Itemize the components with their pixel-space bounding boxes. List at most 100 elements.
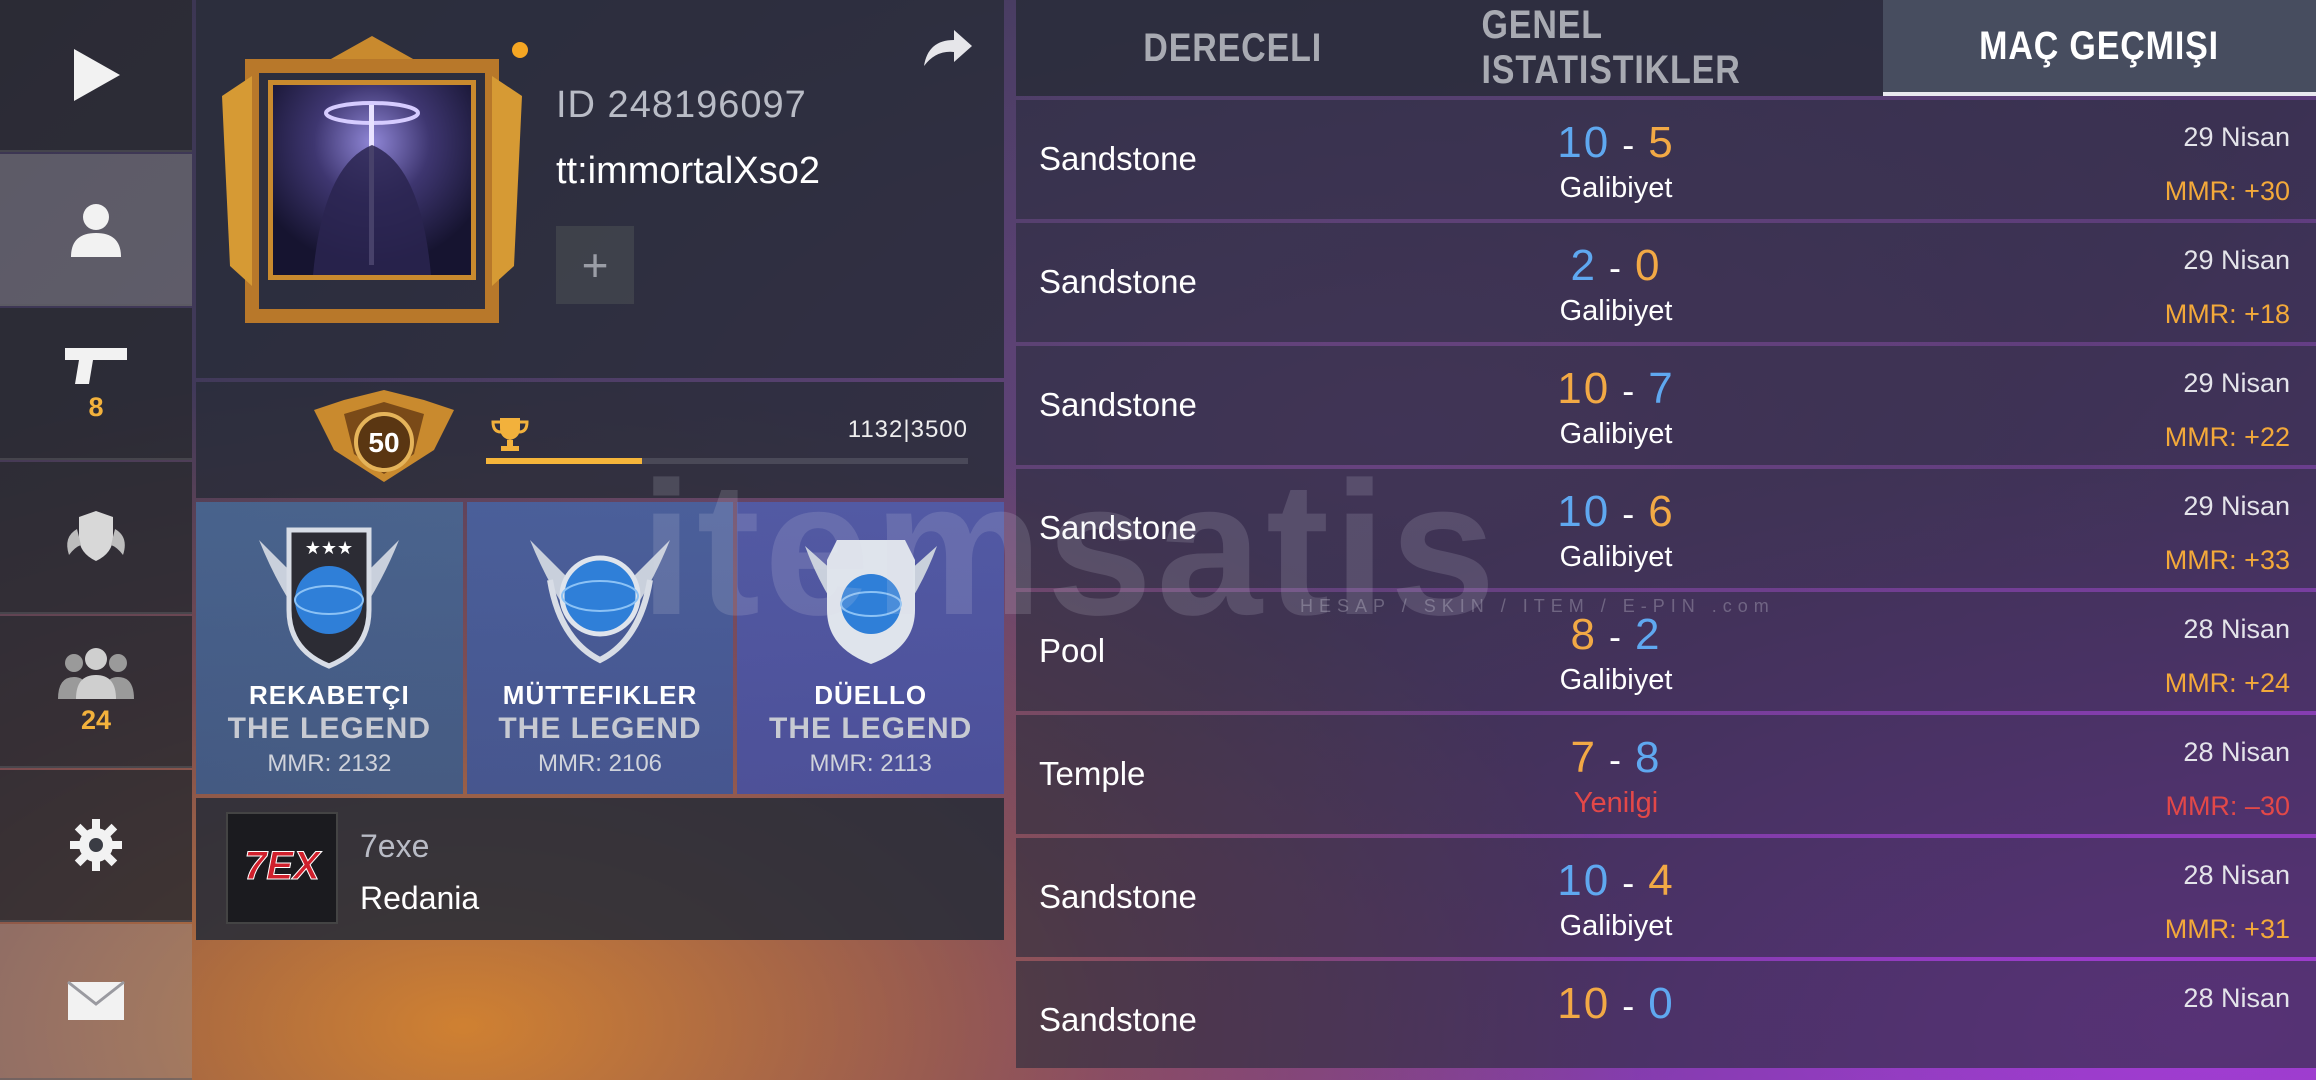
rank-mmr: MMR: 2106	[537, 750, 663, 777]
match-date: 28 Nisan	[2183, 614, 2290, 644]
match-score-separator: -	[1622, 862, 1637, 903]
friends-count: 24	[80, 704, 112, 735]
pistol-icon	[65, 347, 127, 384]
match-mmr-change: MMR: +33	[2164, 545, 2290, 575]
match-score-team: 10	[1557, 856, 1611, 905]
match-map-name: Sandstone	[1039, 140, 1197, 177]
globe-emblem-icon	[804, 540, 937, 664]
match-score-enemy: 2	[1635, 610, 1662, 659]
add-slot-button[interactable]: +	[556, 226, 634, 304]
player-id: ID 248196097	[556, 84, 807, 126]
match-score: 8-2	[1516, 610, 1716, 660]
match-date: 29 Nisan	[2183, 368, 2290, 398]
rank-title: DÜELLO	[814, 680, 928, 710]
rank-card-competitive[interactable]: ★★★ REKABETÇI THE LEGEND MMR: 2132	[196, 502, 463, 794]
match-score: 7-8	[1516, 733, 1716, 783]
match-score: 10-4	[1516, 856, 1716, 906]
match-score-separator: -	[1609, 739, 1623, 780]
rank-mmr: MMR: 2132	[267, 750, 392, 777]
group-icon	[58, 647, 134, 699]
trophy-icon	[491, 418, 529, 451]
match-result: Galibiyet	[1559, 295, 1673, 327]
match-score: 10-6	[1516, 487, 1716, 537]
match-result: Galibiyet	[1559, 541, 1673, 573]
match-date: 28 Nisan	[2183, 983, 2290, 1013]
share-icon[interactable]	[920, 26, 974, 70]
match-date: 29 Nisan	[2183, 122, 2290, 152]
rank-title: REKABETÇI	[249, 680, 410, 710]
match-result: Galibiyet	[1559, 418, 1673, 450]
sidebar-item-mail[interactable]	[0, 924, 192, 1080]
match-score-enemy: 6	[1648, 487, 1675, 536]
rank-mmr: MMR: 2113	[809, 750, 932, 777]
match-row[interactable]: Sandstone 10-6 Galibiyet 29 Nisan MMR: +33	[1016, 469, 2316, 588]
sidebar-item-settings[interactable]	[0, 770, 192, 922]
match-score-team: 10	[1557, 979, 1611, 1028]
match-score: 10-5	[1516, 118, 1716, 168]
match-row[interactable]: Sandstone 2-0 Galibiyet 29 Nisan MMR: +18	[1016, 223, 2316, 342]
match-map-name: Sandstone	[1039, 509, 1197, 546]
weapons-count: 8	[88, 391, 104, 422]
clan-card[interactable]: 7EX 7exe Redania	[196, 798, 1004, 940]
play-icon	[74, 49, 120, 101]
sidebar-item-play[interactable]	[0, 0, 192, 152]
match-score-enemy: 4	[1648, 856, 1675, 905]
svg-text:★★★: ★★★	[305, 538, 353, 559]
stats-tabs: DERECELI GENEL ISTATISTIKLER MAÇ GEÇMIŞI	[1016, 0, 2316, 96]
avatar[interactable]	[222, 36, 522, 326]
match-map-name: Temple	[1039, 755, 1146, 792]
match-mmr-change: MMR: +30	[2164, 176, 2290, 206]
match-score-separator: -	[1622, 985, 1637, 1026]
sidebar-item-friends[interactable]: 24	[0, 616, 192, 768]
match-score-team: 10	[1557, 118, 1611, 167]
clan-logo: 7EX	[226, 812, 338, 924]
globe-emblem-icon: ★★★	[259, 527, 400, 669]
rank-title: MÜTTEFIKLER	[502, 680, 698, 710]
level-badge: 50	[304, 390, 464, 490]
match-map-name: Sandstone	[1039, 878, 1197, 915]
player-name: tt:immortalXso2	[556, 150, 820, 192]
match-history-list[interactable]: Sandstone 10-5 Galibiyet 29 Nisan MMR: +30 Sa…	[1016, 100, 2316, 1068]
match-score: 10-7	[1516, 364, 1716, 414]
match-score-team: 2	[1570, 241, 1597, 290]
xp-progress-text: 1132|3500	[847, 416, 968, 443]
match-mmr-change: MMR: +31	[2164, 914, 2290, 944]
match-score-enemy: 0	[1648, 979, 1675, 1028]
tab-general-stats[interactable]: GENEL ISTATISTIKLER	[1482, 0, 1850, 96]
rank-card-allies[interactable]: MÜTTEFIKLER THE LEGEND MMR: 2106	[466, 502, 734, 794]
rank-card-duel[interactable]: DÜELLO THE LEGEND MMR: 2113	[737, 502, 1005, 794]
match-row[interactable]: Sandstone 10-7 Galibiyet 29 Nisan MMR: +22	[1016, 346, 2316, 465]
match-score-enemy: 7	[1648, 364, 1675, 413]
clan-server: Redania	[360, 880, 480, 916]
rank-tier: THE LEGEND	[769, 712, 973, 745]
sidebar-item-weapons[interactable]: 8	[0, 308, 192, 460]
tab-match-history-label: MAÇ GEÇMIŞI	[1979, 23, 2220, 68]
match-row[interactable]: Sandstone 10-5 Galibiyet 29 Nisan MMR: +30	[1016, 100, 2316, 219]
clan-tag: 7exe	[360, 828, 430, 864]
gear-icon	[70, 819, 122, 871]
match-score-separator: -	[1609, 616, 1623, 657]
rank-tier: THE LEGEND	[498, 712, 702, 745]
match-result: Galibiyet	[1559, 172, 1673, 204]
match-mmr-change: MMR: +22	[2164, 422, 2290, 452]
match-date: 29 Nisan	[2183, 245, 2290, 275]
match-score-team: 8	[1570, 610, 1597, 659]
tab-ranked[interactable]: DERECELI	[1048, 0, 1416, 96]
clan-logo-text: 7EX	[244, 844, 322, 888]
match-map-name: Sandstone	[1039, 386, 1197, 423]
tab-match-history[interactable]: MAÇ GEÇMIŞI	[1882, 0, 2316, 96]
level-bar: 50 1132|3500	[196, 382, 1004, 498]
match-result: Yenilgi	[1573, 787, 1659, 819]
shield-wings-icon	[67, 511, 125, 561]
sidebar-item-clan[interactable]	[0, 462, 192, 614]
match-row[interactable]: Sandstone 10-0 28 Nisan	[1016, 961, 2316, 1068]
match-score-team: 10	[1557, 487, 1611, 536]
match-score-enemy: 8	[1635, 733, 1662, 782]
match-row[interactable]: Sandstone 10-4 Galibiyet 28 Nisan MMR: +31	[1016, 838, 2316, 957]
match-row[interactable]: Temple 7-8 Yenilgi 28 Nisan MMR: –30	[1016, 715, 2316, 834]
match-score-separator: -	[1622, 493, 1637, 534]
match-date: 28 Nisan	[2183, 737, 2290, 767]
rank-cards: ★★★ REKABETÇI THE LEGEND MMR: 2132 MÜTTE…	[196, 502, 1005, 794]
sidebar-item-profile[interactable]	[0, 154, 192, 306]
match-score-enemy: 5	[1648, 118, 1675, 167]
